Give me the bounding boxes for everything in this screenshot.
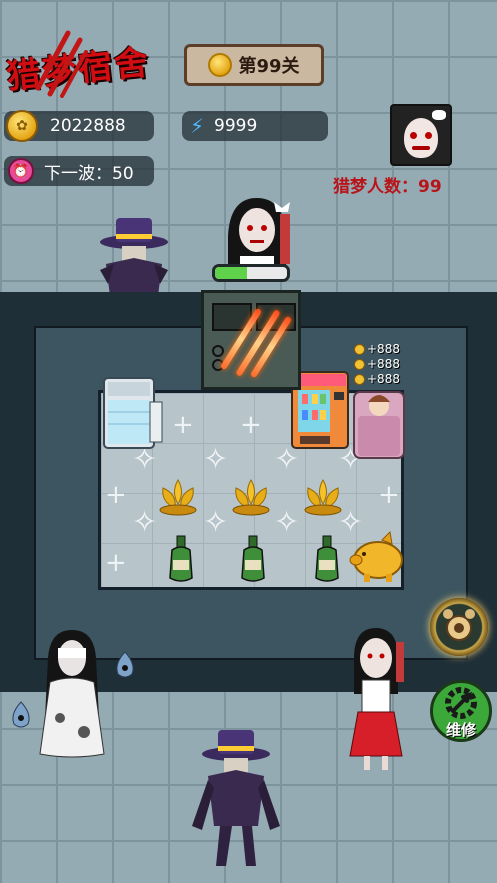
door-hp-fill	[215, 267, 248, 279]
speaker-icon	[443, 609, 475, 641]
green-bottle-icon[interactable]	[310, 534, 344, 584]
coin-counter: ✿ 2022888	[4, 110, 154, 142]
sparkle-icon: ✧	[203, 505, 229, 540]
wave-counter: ⏰ 下一波：50	[4, 156, 154, 186]
empty-slot-plus-icon[interactable]: +	[105, 482, 127, 508]
wave-label: 下一波：50	[44, 163, 134, 184]
repair-label: 维修	[445, 721, 476, 739]
golden-lotus-icon[interactable]	[300, 476, 346, 516]
coin-value: 2022888	[50, 116, 126, 136]
golden-lotus-icon[interactable]	[228, 476, 274, 516]
claw-mark-icon	[35, 30, 88, 98]
income-chip: +888	[354, 342, 400, 356]
coin-icon	[354, 358, 365, 370]
energy-value: 9999	[214, 116, 258, 136]
lightning-icon: ⚡	[190, 114, 205, 138]
golden-lotus-icon[interactable]	[155, 476, 201, 516]
alarm-clock-icon: ⏰	[8, 158, 34, 184]
green-bottle-icon[interactable]	[236, 534, 270, 584]
bed-sleeper-icon[interactable]	[352, 388, 406, 462]
ghost-girl-avatar-icon	[390, 104, 452, 166]
repair-button[interactable]: 维修	[430, 680, 492, 742]
income-chip: +888	[354, 372, 400, 386]
empty-slot-plus-icon[interactable]: +	[378, 482, 400, 508]
empty-slot-plus-icon[interactable]: +	[172, 412, 194, 438]
coin-icon: ✿	[6, 110, 38, 142]
white-dress-ghost-icon	[39, 630, 105, 758]
level-label: 第99关	[238, 56, 300, 77]
red-skirt-girl-icon	[349, 628, 404, 770]
coin-icon	[354, 343, 365, 355]
energy-counter: ⚡ 9999	[182, 111, 328, 141]
empty-slot-plus-icon[interactable]: +	[240, 412, 262, 438]
sparkle-icon: ✧	[203, 442, 229, 477]
hunter-count-label: 猎梦人数：99	[333, 177, 442, 197]
speaker-skill-button[interactable]	[430, 598, 488, 656]
green-bottle-icon[interactable]	[164, 534, 198, 584]
level-banner: 第99关	[184, 44, 324, 86]
coin-icon	[354, 373, 365, 385]
sparkle-icon: ✧	[274, 505, 300, 540]
gold-medal-icon	[208, 53, 233, 77]
sparkle-icon: ✧	[132, 505, 158, 540]
hat-monster-icon	[100, 218, 168, 296]
golden-piggy-bank-icon[interactable]	[348, 530, 406, 584]
hat-monster-icon	[192, 730, 280, 866]
blue-wisp-icon	[116, 651, 134, 678]
door-knob	[212, 345, 224, 357]
empty-slot-plus-icon[interactable]: +	[105, 550, 127, 576]
blue-wisp-icon	[12, 701, 30, 728]
fridge-icon[interactable]	[102, 376, 164, 450]
door-hp-bar	[212, 264, 290, 282]
income-chip: +888	[354, 357, 400, 371]
